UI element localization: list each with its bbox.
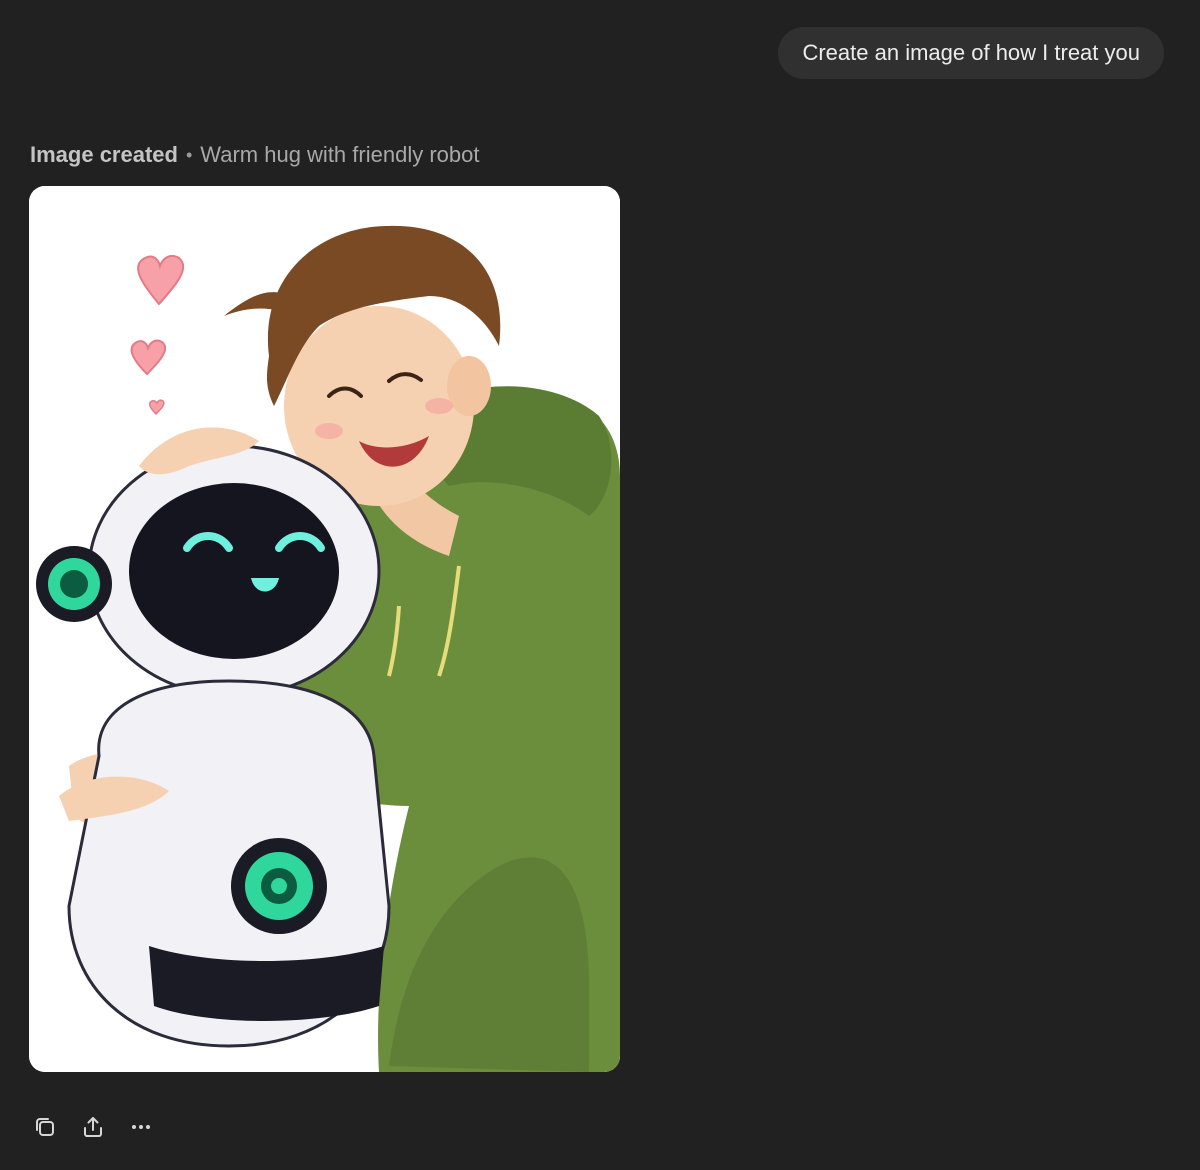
image-status-label: Image created [30,142,178,167]
more-icon [132,1125,150,1129]
more-button[interactable] [124,1110,158,1144]
caption-separator: • [185,144,193,165]
user-message-bubble: Create an image of how I treat you [778,27,1164,79]
copy-icon [36,1118,54,1136]
user-message-text: Create an image of how I treat you [802,40,1140,65]
image-title-label[interactable]: Warm hug with friendly robot [200,142,479,168]
message-actions [28,1110,158,1144]
generated-image[interactable] [29,186,620,1072]
generated-image-illustration [29,186,620,1072]
share-icon [84,1117,102,1137]
copy-button[interactable] [28,1110,62,1144]
chat-page: Create an image of how I treat you Image… [0,0,1200,1170]
image-caption: Image created • Warm hug with friendly r… [30,142,479,168]
share-button[interactable] [76,1110,110,1144]
